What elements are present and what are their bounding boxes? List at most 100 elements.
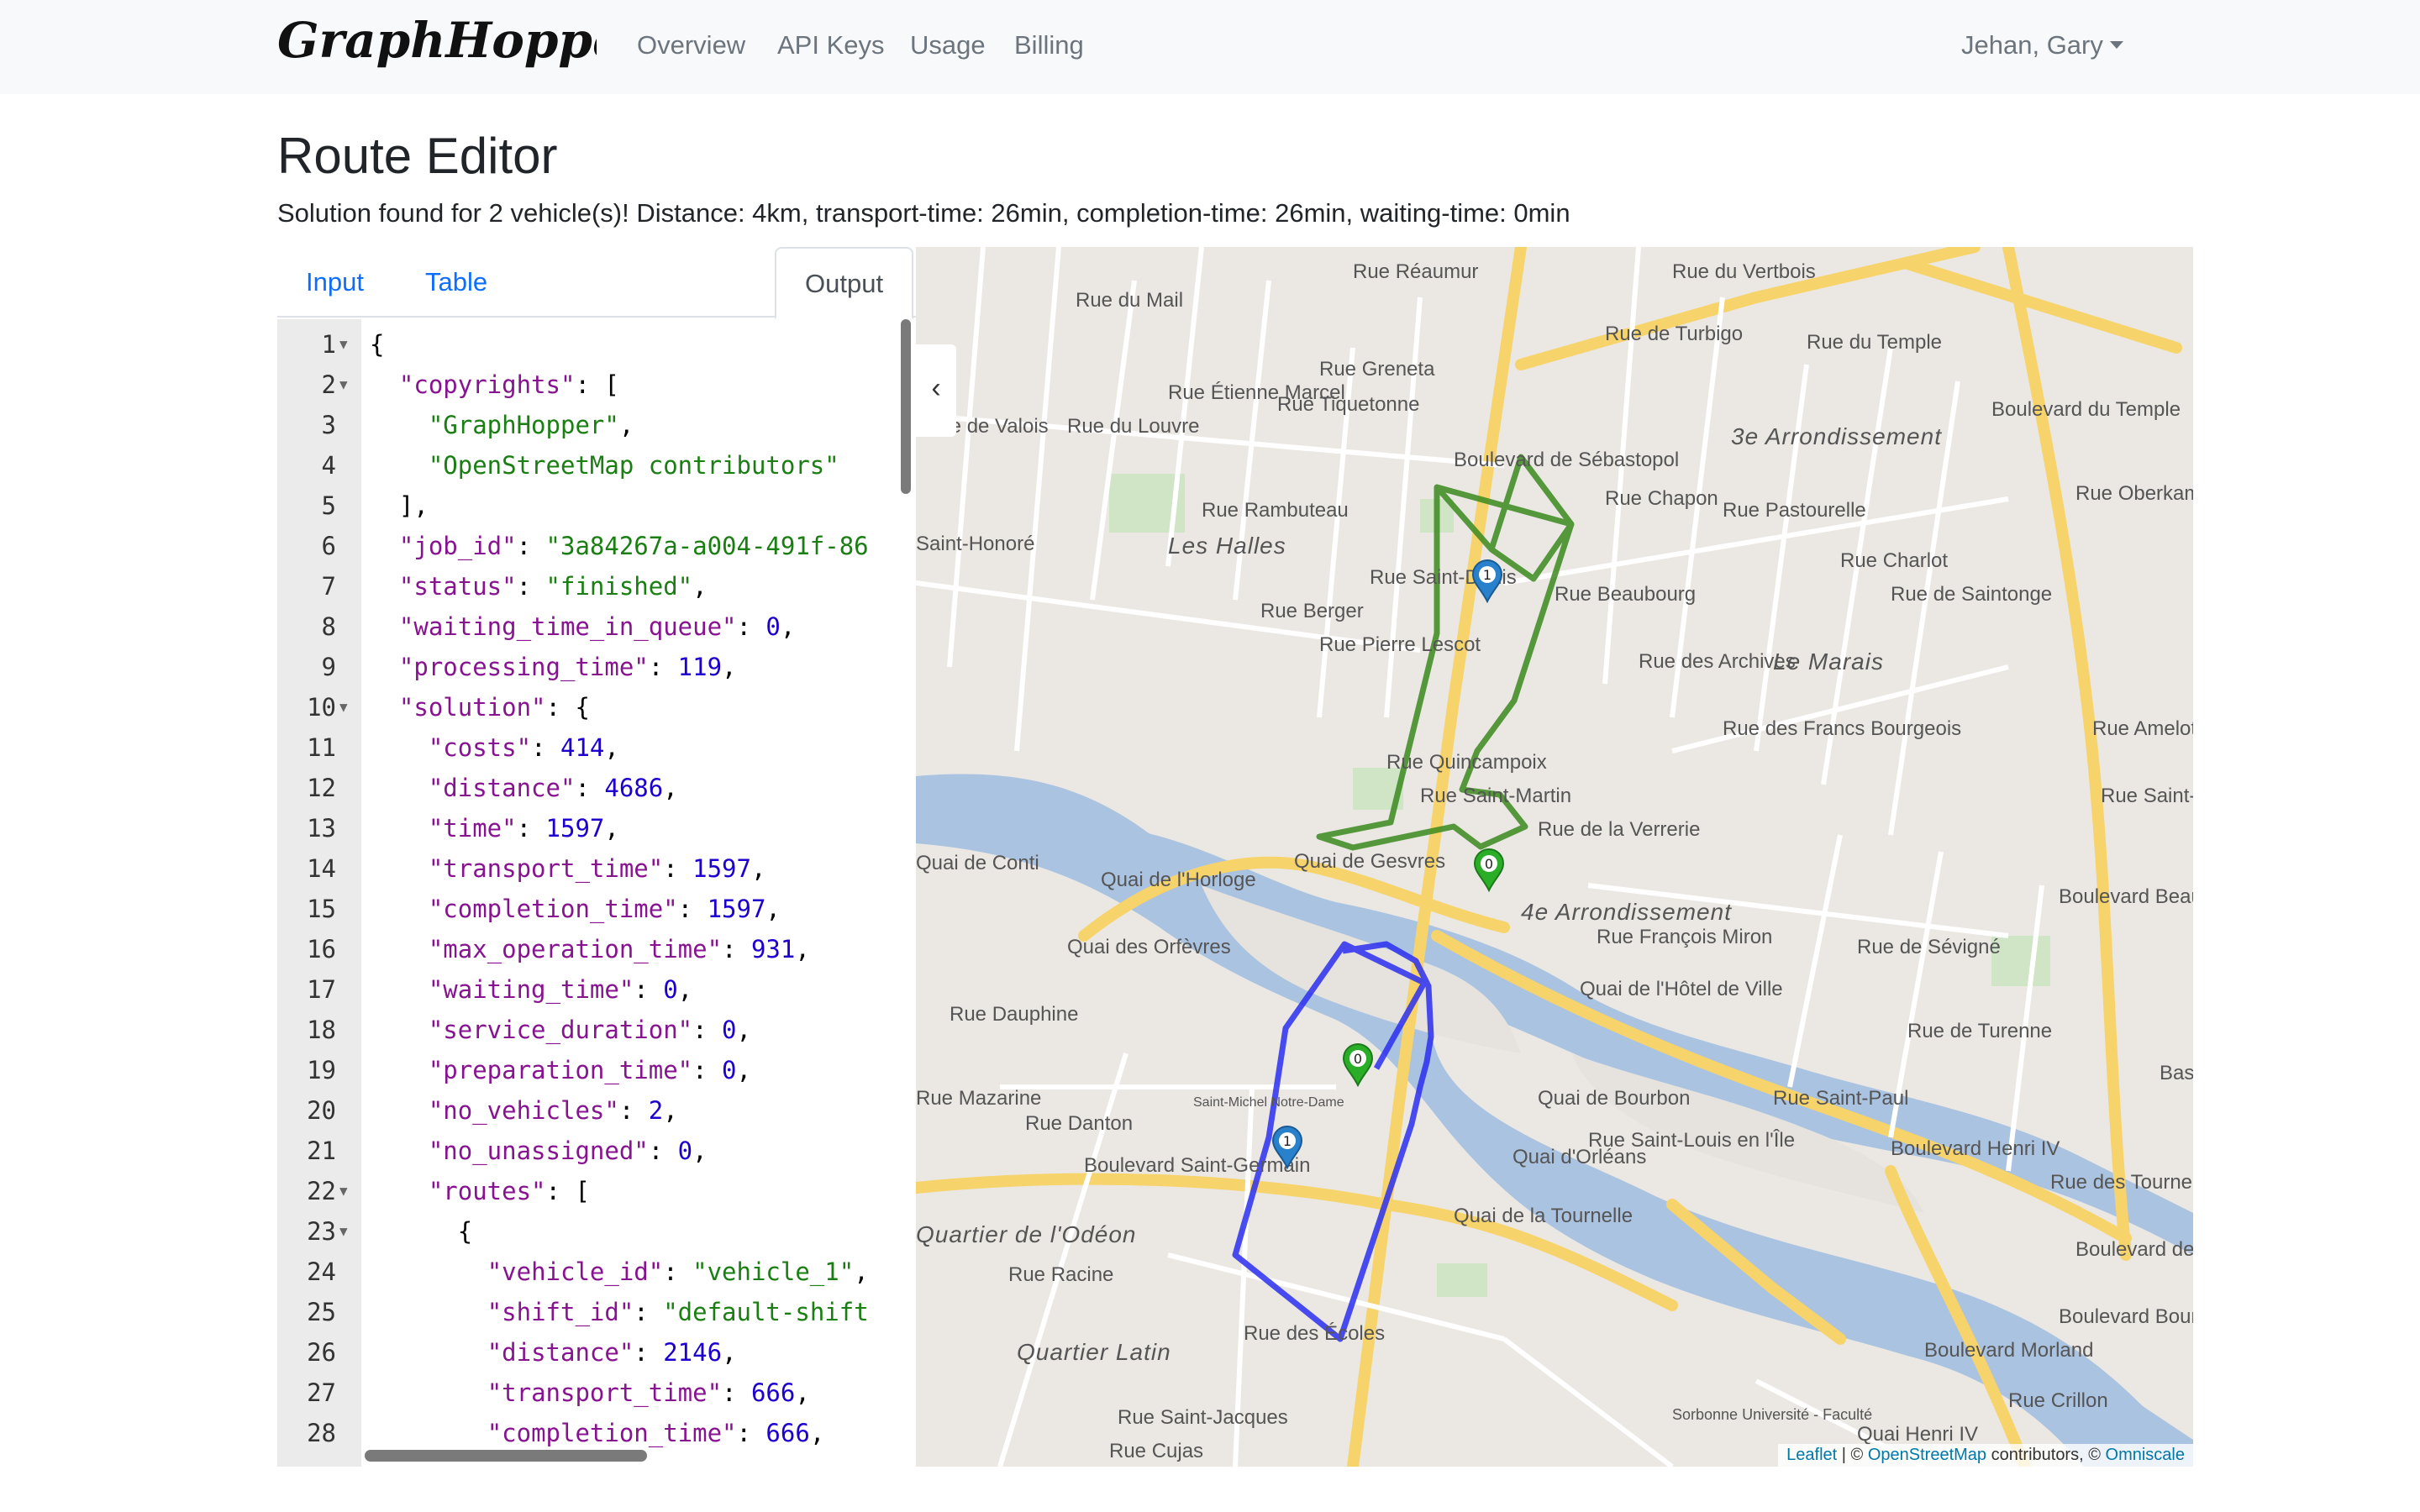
- line-number: 23: [307, 1217, 336, 1246]
- code-text: "waiting_time_in_queue": 0,: [398, 612, 796, 641]
- line-number: 6: [321, 532, 336, 560]
- code-line[interactable]: 20 "no_vehicles": 2,: [277, 1090, 916, 1131]
- code-line[interactable]: 25 "shift_id": "default-shift: [277, 1292, 916, 1332]
- code-line[interactable]: 21 "no_unassigned": 0,: [277, 1131, 916, 1171]
- code-line[interactable]: 4 "OpenStreetMap contributors": [277, 445, 916, 486]
- attribution-text: contributors, ©: [1986, 1446, 2106, 1464]
- line-number: 3: [321, 411, 336, 439]
- map-label: Bas: [2160, 1062, 2193, 1084]
- code-line[interactable]: 7 "status": "finished",: [277, 566, 916, 606]
- graphhopper-logo[interactable]: GraphHopper: [277, 15, 597, 74]
- code-line[interactable]: 5 ],: [277, 486, 916, 526]
- tab-output[interactable]: Output: [775, 247, 914, 319]
- map-label: Rue Beaubourg: [1555, 583, 1697, 606]
- code-line[interactable]: 11 "costs": 414,: [277, 727, 916, 768]
- code-line[interactable]: 15 "completion_time": 1597,: [277, 889, 916, 929]
- marker-label: 0: [1354, 1051, 1362, 1067]
- fold-arrow-icon[interactable]: ▼: [339, 1211, 348, 1252]
- code-line[interactable]: 23 ▼ {: [277, 1211, 916, 1252]
- vertical-scrollbar[interactable]: [901, 319, 911, 494]
- marker-label: 0: [1485, 856, 1493, 872]
- map-label: Rue des Francs Bourgeois: [1723, 717, 1962, 740]
- code-text: "completion_time": 666,: [487, 1419, 825, 1447]
- map-label: Rue de Saintonge: [1891, 583, 2053, 606]
- code-text: "shift_id": "default-shift: [487, 1298, 869, 1326]
- map-label: Rue François Miron: [1597, 926, 1773, 948]
- collapse-panel-button[interactable]: ‹: [916, 344, 956, 437]
- leaflet-link[interactable]: Leaflet: [1786, 1446, 1837, 1464]
- navbar: GraphHopper Overview API Keys Usage Bill…: [0, 0, 2420, 94]
- code-text: "GraphHopper",: [428, 411, 634, 439]
- code-line[interactable]: 27 "transport_time": 666,: [277, 1373, 916, 1413]
- map-label: Rue des Tournelles: [2050, 1171, 2193, 1194]
- stop-marker-icon[interactable]: 0: [1342, 1043, 1374, 1088]
- code-line[interactable]: 10 ▼ "solution": {: [277, 687, 916, 727]
- map-label: Rue du Louvre: [1067, 415, 1200, 438]
- tab-table[interactable]: Table: [397, 247, 516, 318]
- route-map[interactable]: Rue Réaumur Rue du Vertbois Rue de Turbi…: [916, 247, 2193, 1467]
- nav-api-keys[interactable]: API Keys: [777, 29, 885, 62]
- code-line[interactable]: 9 "processing_time": 119,: [277, 647, 916, 687]
- code-lines: 1 ▼{2 ▼ "copyrights": [3 "GraphHopper", 4 "…: [277, 324, 916, 1453]
- code-line[interactable]: 17 "waiting_time": 0,: [277, 969, 916, 1010]
- openstreetmap-link[interactable]: OpenStreetMap: [1868, 1446, 1986, 1464]
- line-number: 25: [307, 1298, 336, 1326]
- line-number: 21: [307, 1137, 336, 1165]
- nav-overview[interactable]: Overview: [637, 29, 745, 62]
- stop-marker-icon[interactable]: 1: [1471, 559, 1503, 604]
- fold-arrow-icon[interactable]: ▼: [339, 365, 348, 405]
- map-label: Saint-Honoré: [916, 533, 1035, 555]
- map-label: Quartier de l'Odéon: [916, 1221, 1137, 1247]
- nav-usage[interactable]: Usage: [910, 29, 986, 62]
- line-number: 9: [321, 653, 336, 681]
- code-text: "job_id": "3a84267a-a004-491f-86: [398, 532, 869, 560]
- fold-arrow-icon[interactable]: ▼: [339, 1171, 348, 1211]
- omniscale-link[interactable]: Omniscale: [2106, 1446, 2185, 1464]
- code-line[interactable]: 22 ▼ "routes": [: [277, 1171, 916, 1211]
- json-output-editor[interactable]: 1 ▼{2 ▼ "copyrights": [3 "GraphHopper", 4 "…: [277, 319, 916, 1467]
- code-text: "processing_time": 119,: [398, 653, 737, 681]
- code-line[interactable]: 1 ▼ {: [277, 324, 916, 365]
- code-line[interactable]: 12 "distance": 4686,: [277, 768, 916, 808]
- map-label: Rue Saint-Martin: [1420, 785, 1572, 807]
- map-label: Boulevard de la Bastille: [2075, 1238, 2193, 1261]
- map-label: 4e Arrondissement: [1521, 899, 1732, 925]
- stop-marker-icon[interactable]: 1: [1271, 1126, 1303, 1170]
- brand-text: GraphHopper: [277, 15, 597, 69]
- code-line[interactable]: 3 "GraphHopper",: [277, 405, 916, 445]
- code-line[interactable]: 14 "transport_time": 1597,: [277, 848, 916, 889]
- code-line[interactable]: 28 "completion_time": 666,: [277, 1413, 916, 1453]
- code-text: "no_unassigned": 0,: [428, 1137, 708, 1165]
- map-label: Quai de Gesvres: [1294, 850, 1446, 873]
- code-line[interactable]: 2 ▼ "copyrights": [: [277, 365, 916, 405]
- code-line[interactable]: 19 "preparation_time": 0,: [277, 1050, 916, 1090]
- line-number: 13: [307, 814, 336, 843]
- code-line[interactable]: 26 "distance": 2146,: [277, 1332, 916, 1373]
- map-label: Saint-Michel Notre-Dame: [1193, 1095, 1344, 1110]
- page-title: Route Editor: [277, 128, 558, 184]
- code-line[interactable]: 13 "time": 1597,: [277, 808, 916, 848]
- stop-marker-icon[interactable]: 0: [1473, 848, 1505, 893]
- map-label: Quai des Orfèvres: [1067, 936, 1231, 958]
- nav-billing[interactable]: Billing: [1014, 29, 1084, 62]
- code-line[interactable]: 8 "waiting_time_in_queue": 0,: [277, 606, 916, 647]
- line-number: 24: [307, 1257, 336, 1286]
- marker-label: 1: [1483, 567, 1491, 583]
- code-text: "waiting_time": 0,: [428, 975, 693, 1004]
- map-label: Quai Henri IV: [1857, 1423, 1979, 1446]
- tab-input[interactable]: Input: [277, 247, 392, 318]
- user-menu-dropdown[interactable]: Jehan, Gary: [1961, 29, 2123, 62]
- code-line[interactable]: 18 "service_duration": 0,: [277, 1010, 916, 1050]
- code-line[interactable]: 24 "vehicle_id": "vehicle_1",: [277, 1252, 916, 1292]
- code-line[interactable]: 16 "max_operation_time": 931,: [277, 929, 916, 969]
- fold-arrow-icon[interactable]: ▼: [339, 687, 348, 727]
- code-text: "max_operation_time": 931,: [428, 935, 810, 963]
- code-text: "vehicle_id": "vehicle_1",: [487, 1257, 869, 1286]
- code-line[interactable]: 6 "job_id": "3a84267a-a004-491f-86: [277, 526, 916, 566]
- map-label: Rue Dauphine: [950, 1003, 1079, 1026]
- map-label: Rue Saint-Paul: [1773, 1087, 1909, 1110]
- horizontal-scrollbar[interactable]: [365, 1450, 647, 1462]
- fold-arrow-icon[interactable]: ▼: [339, 324, 348, 365]
- line-number: 11: [307, 733, 336, 762]
- map-label: Rue Quincampoix: [1386, 751, 1547, 774]
